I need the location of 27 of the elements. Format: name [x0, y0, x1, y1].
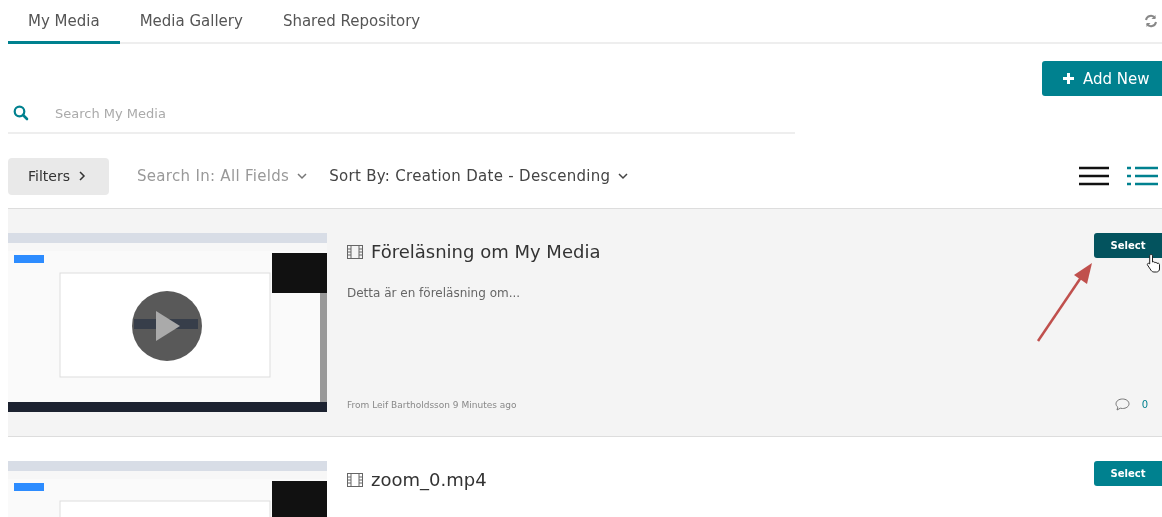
- media-row[interactable]: zoom_0.mp4 Select: [8, 436, 1162, 517]
- search-icon: [13, 105, 29, 121]
- media-description: Detta är en föreläsning om...: [347, 286, 522, 300]
- media-title[interactable]: zoom_0.mp4: [371, 469, 487, 490]
- plus-icon: [1062, 72, 1075, 85]
- select-button[interactable]: Select: [1094, 233, 1162, 258]
- list-view-icon[interactable]: [1127, 166, 1158, 186]
- media-title[interactable]: Föreläsning om My Media: [371, 241, 601, 262]
- chevron-down-icon: [618, 172, 629, 180]
- chevron-down-icon: [297, 172, 308, 180]
- tab[interactable]: Shared Repository: [262, 0, 441, 44]
- refresh-icon[interactable]: [1144, 14, 1158, 28]
- pointer-cursor-icon: [1146, 253, 1162, 273]
- film-icon: [347, 472, 363, 487]
- filters-button[interactable]: Filters: [8, 157, 109, 195]
- tab[interactable]: My Media: [8, 0, 120, 44]
- select-button[interactable]: Select: [1094, 461, 1162, 486]
- chevron-right-icon: [77, 171, 86, 181]
- sort-by-dropdown[interactable]: Sort By: Creation Date - Descending: [329, 167, 629, 185]
- comment-icon: [1114, 398, 1130, 411]
- tab[interactable]: Media Gallery: [119, 0, 263, 44]
- media-meta: From Leif Bartholdsson 9 Minutes ago: [347, 399, 517, 410]
- media-row[interactable]: Föreläsning om My Media Detta är en föreläsning om... From Leif Bartholdsson 9 Minutes ago 0 Select: [8, 208, 1162, 436]
- film-icon: [347, 244, 363, 259]
- add-new-button[interactable]: Add New: [1042, 61, 1162, 96]
- compact-view-icon[interactable]: [1079, 166, 1109, 186]
- comment-count: 0: [1141, 399, 1148, 410]
